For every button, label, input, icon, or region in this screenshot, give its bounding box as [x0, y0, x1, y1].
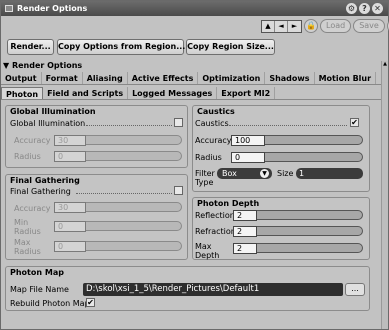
tab-motion-blur[interactable]: Motion Blur	[315, 72, 377, 84]
map-file-name-label: Map File Name	[10, 285, 69, 294]
fg-min-radius-label: Min Radius	[14, 218, 41, 236]
save-label: Save	[359, 21, 379, 30]
global-illumination-checkbox[interactable]	[174, 118, 183, 127]
nav-left-icon[interactable]: ◄	[275, 21, 288, 32]
map-file-name-field[interactable]: D:\skol\xsi_1_5\Render_Pictures\Default1	[83, 283, 343, 296]
tab-logged-messages[interactable]: Logged Messages	[128, 87, 218, 99]
help-icon[interactable]: ?	[359, 3, 370, 14]
tab-optimization[interactable]: Optimization	[198, 72, 266, 84]
final-gathering-panel: Final Gathering Final Gathering Accuracy…	[5, 174, 188, 260]
toolbar: ▲ ◄ ► 🔒 Load Save ?	[1, 16, 389, 38]
nav-arrows: ▲ ◄ ►	[261, 20, 302, 33]
caustics-radius-field[interactable]: 0	[231, 152, 265, 163]
window-title: Render Options	[17, 4, 88, 13]
tab-field-and-scripts[interactable]: Field and Scripts	[43, 87, 129, 99]
fg-accuracy-field[interactable]: 30	[54, 202, 86, 213]
reflection-label: Reflection	[195, 211, 235, 220]
vertical-scrollbar[interactable]: ▲	[381, 61, 388, 329]
tab-format[interactable]: Format	[42, 72, 83, 84]
max-depth-label: Max Depth	[195, 242, 220, 260]
copy-region-size-button[interactable]: Copy Region Size...	[186, 39, 275, 55]
photon-map-panel: Photon Map Map File Name D:\skol\xsi_1_5…	[5, 266, 370, 311]
caustics-accuracy-field[interactable]: 100	[231, 135, 265, 146]
final-gathering-label: Final Gathering	[10, 187, 71, 196]
fg-min-radius-field[interactable]: 0	[54, 221, 86, 232]
gi-radius-field[interactable]: 0	[54, 151, 86, 162]
preset-tools: 🔒 Load Save ?	[304, 19, 389, 33]
final-gathering-checkbox[interactable]	[174, 186, 183, 195]
gi-radius-label: Radius	[14, 152, 41, 161]
nav-up-icon[interactable]: ▲	[262, 21, 275, 32]
tab-output[interactable]: Output	[1, 72, 42, 84]
caustics-label: Caustics	[195, 119, 229, 128]
chevron-down-icon: ▼	[260, 169, 269, 178]
tab-export-mi2[interactable]: Export MI2	[217, 87, 276, 99]
window-menu-icon[interactable]	[5, 5, 13, 12]
caustics-panel: Caustics Caustics ✔ Accuracy 100 Radius …	[192, 105, 370, 192]
photon-depth-title: Photon Depth	[197, 199, 260, 208]
tabs-row-1: Output Format Aliasing Active Effects Op…	[1, 72, 388, 85]
fg-max-radius-label: Max Radius	[14, 238, 41, 256]
title-bar[interactable]: Render Options ⚙ ? ✕	[1, 1, 388, 16]
render-options-header[interactable]: ▼ Render Options	[3, 61, 82, 70]
tab-active-effects[interactable]: Active Effects	[128, 72, 199, 84]
tab-photon[interactable]: Photon	[1, 87, 44, 99]
global-illumination-panel: Global Illumination Global Illumination …	[5, 105, 188, 168]
fg-accuracy-label: Accuracy	[14, 204, 51, 213]
lock-icon[interactable]: 🔒	[304, 19, 318, 33]
render-options-window: Render Options ⚙ ? ✕ ▲ ◄ ► 🔒 Load Save ?…	[0, 0, 389, 330]
rebuild-photon-map-label: Rebuild Photon Map	[10, 299, 90, 308]
fg-max-radius-field[interactable]: 0	[54, 241, 86, 252]
max-depth-field[interactable]: 2	[233, 243, 257, 254]
close-icon[interactable]: ✕	[372, 3, 383, 14]
caustics-checkbox[interactable]: ✔	[350, 118, 359, 127]
size-field[interactable]: 1	[296, 168, 363, 179]
final-gathering-title: Final Gathering	[10, 176, 80, 185]
gi-accuracy-field[interactable]: 30	[54, 135, 86, 146]
global-illumination-title: Global Illumination	[10, 107, 96, 116]
reflection-field[interactable]: 2	[233, 210, 257, 221]
photon-map-title: Photon Map	[10, 268, 64, 277]
save-button[interactable]: Save	[353, 19, 385, 33]
browse-button[interactable]: ...	[345, 283, 365, 296]
filter-type-value: Box	[222, 169, 237, 178]
gi-accuracy-label: Accuracy	[14, 136, 51, 145]
nav-right-icon[interactable]: ►	[288, 21, 301, 32]
filter-type-select[interactable]: Box ▼	[217, 168, 272, 179]
filter-type-label: Filter Type	[195, 169, 215, 187]
tabs-row-2: Photon Field and Scripts Logged Messages…	[1, 87, 388, 100]
refraction-field[interactable]: 2	[233, 226, 257, 237]
tab-shadows[interactable]: Shadows	[265, 72, 315, 84]
action-buttons: Render... Copy Options from Region... Co…	[1, 38, 388, 58]
rebuild-photon-map-checkbox[interactable]: ✔	[86, 298, 95, 307]
caustics-radius-label: Radius	[195, 153, 222, 162]
caustics-title: Caustics	[197, 107, 235, 116]
load-label: Load	[326, 21, 346, 30]
load-button[interactable]: Load	[320, 19, 352, 33]
copy-options-from-region-button[interactable]: Copy Options from Region...	[57, 39, 185, 55]
photon-depth-panel: Photon Depth Reflection 2 Refraction 2 M…	[192, 197, 370, 260]
scroll-up-icon[interactable]: ▲	[382, 61, 388, 68]
size-label: Size	[277, 169, 294, 178]
tab-aliasing[interactable]: Aliasing	[83, 72, 128, 84]
tool-icon[interactable]: ⚙	[346, 3, 357, 14]
render-button[interactable]: Render...	[7, 39, 54, 55]
caustics-accuracy-label: Accuracy	[195, 136, 232, 145]
refraction-label: Refraction	[195, 227, 236, 236]
global-illumination-label: Global Illumination	[10, 119, 86, 128]
